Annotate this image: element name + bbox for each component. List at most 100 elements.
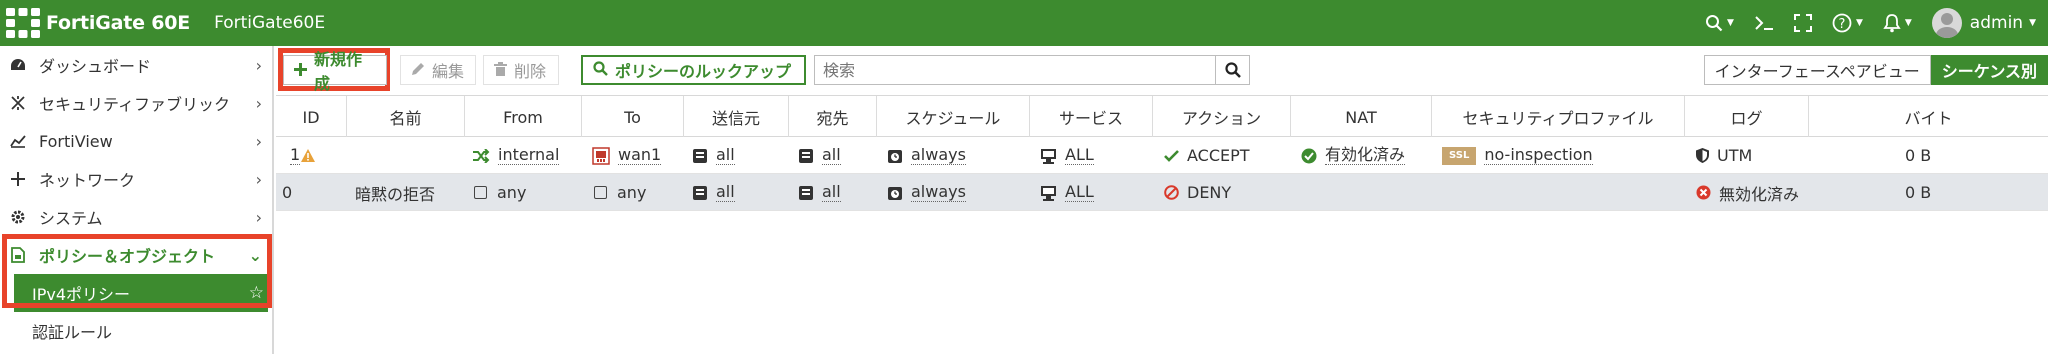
interface-pair-view-button[interactable]: インターフェースペアビュー [1703,55,1931,85]
nat-status-link[interactable]: 有効化済み [1325,146,1406,165]
cell-action: DENY [1164,174,1231,211]
checkmark-icon [1164,149,1179,162]
column-header-destination[interactable]: 宛先 [789,96,877,138]
view-toggle: インターフェースペアビュー シーケンス別 [1703,55,2048,85]
close-circle-icon [1696,185,1711,200]
user-menu[interactable]: admin [1970,13,2023,33]
policy-id-link[interactable]: 1 [290,146,301,165]
cell-action: ACCEPT [1164,137,1250,174]
schedule-link[interactable]: always [911,146,966,165]
terminal-icon [1755,16,1773,30]
from-interface-text: any [497,183,527,202]
cell-schedule: always [887,174,966,211]
cell-destination: all [798,137,841,174]
pencil-icon [411,61,425,80]
cell-from: any [474,174,526,211]
table-row[interactable]: 0 暗黙の拒否 any any all all always ALL DENY … [276,174,2048,211]
column-header-service[interactable]: サービス [1030,96,1153,138]
fortiview-icon [9,134,27,148]
column-header-nat[interactable]: NAT [1291,96,1432,138]
cell-bytes: 0 B [1905,183,1932,202]
toolbar: 新規作成 編集 削除 ポリシーのルックアップ インターフェースペアビュー シーケ… [276,50,2048,93]
cell-service: ALL [1040,174,1094,211]
chevron-right-icon: › [255,131,262,151]
chevron-right-icon: › [255,169,262,189]
address-icon [798,148,814,164]
column-header-security-profile[interactable]: セキュリティプロファイル [1432,96,1685,138]
top-bar: FortiGate 60E FortiGate60E ▼ ? ▼ ▼ admin… [0,0,2048,46]
edit-button[interactable]: 編集 [400,55,476,85]
cell-name: 暗黙の拒否 [355,184,436,204]
destination-address-link[interactable]: all [822,183,841,202]
sidebar-item-label: セキュリティファブリック [39,95,231,114]
sidebar-item-label: システム [39,209,103,228]
column-header-source[interactable]: 送信元 [684,96,789,138]
notifications-menu[interactable]: ▼ [1883,13,1912,33]
bell-icon [1883,14,1901,33]
fullscreen-icon [1793,14,1812,32]
address-icon [692,185,708,201]
cli-console-button[interactable] [1754,15,1774,31]
column-header-action[interactable]: アクション [1153,96,1291,138]
table-header: ID 名前 From To 送信元 宛先 スケジュール サービス アクション N… [276,95,2048,138]
column-header-from[interactable]: From [465,96,582,138]
help-menu[interactable]: ? ▼ [1832,13,1863,33]
any-interface-icon [474,186,487,199]
source-address-link[interactable]: all [716,146,735,165]
column-header-schedule[interactable]: スケジュール [877,96,1030,138]
source-address-link[interactable]: all [716,183,735,202]
chevron-right-icon: › [255,207,262,227]
check-circle-icon [1301,148,1317,164]
service-link[interactable]: ALL [1065,146,1094,165]
cell-from: internal [472,137,560,174]
sidebar-item-label: FortiView [39,131,113,151]
any-interface-icon [594,186,607,199]
to-interface-link[interactable]: wan1 [618,146,662,165]
warning-icon [301,149,316,162]
column-header-log[interactable]: ログ [1685,96,1809,138]
action-text: DENY [1187,183,1232,202]
column-header-id[interactable]: ID [276,96,347,138]
service-icon [1040,185,1057,201]
search-menu[interactable]: ▼ [1705,14,1734,32]
sequence-view-button[interactable]: シーケンス別 [1930,55,2048,85]
delete-button[interactable]: 削除 [483,55,559,85]
fortinet-logo-icon [6,8,40,38]
search-icon [593,60,608,80]
create-new-button[interactable]: 新規作成 [283,50,387,93]
chevron-down-icon: ▼ [1855,18,1863,28]
user-avatar-icon[interactable] [1931,8,1962,38]
chevron-down-icon: ▼ [2029,18,2036,28]
schedule-link[interactable]: always [911,183,966,202]
cell-id: 0 [282,183,293,202]
chevron-down-icon: ▼ [1727,18,1734,28]
sidebar-item-security-fabric[interactable]: セキュリティファブリック › [0,84,272,122]
cell-nat: 有効化済み [1301,137,1406,174]
sidebar-item-system[interactable]: システム › [0,198,272,236]
column-header-to[interactable]: To [582,96,684,138]
column-header-name[interactable]: 名前 [347,96,465,138]
sidebar-item-dashboard[interactable]: ダッシュボード › [0,46,272,84]
brand-name: FortiGate 60E [46,12,191,34]
service-link[interactable]: ALL [1065,183,1094,202]
destination-address-link[interactable]: all [822,146,841,165]
chevron-down-icon: ▼ [1904,18,1912,28]
cell-destination: all [798,174,841,211]
from-interface-link[interactable]: internal [498,146,560,165]
search-box [814,55,1250,85]
security-profile-link[interactable]: no-inspection [1484,146,1593,165]
sidebar-item-label: ネットワーク [39,171,136,190]
sidebar-item-fortiview[interactable]: FortiView › [0,122,272,160]
service-icon [1040,148,1057,164]
cell-source: all [692,137,735,174]
hostname: FortiGate60E [214,13,326,33]
table-row[interactable]: 1 internal wan1 all all always ALL ACCEP… [276,137,2048,174]
fullscreen-button[interactable] [1793,14,1812,32]
sidebar-subitem-auth-rules[interactable]: 認証ルール [14,312,268,350]
search-button[interactable] [1215,56,1249,84]
highlight-box-policy-menu [2,234,272,308]
sidebar-item-network[interactable]: ネットワーク › [0,160,272,198]
policy-lookup-button[interactable]: ポリシーのルックアップ [581,55,806,85]
search-input[interactable] [815,56,1215,84]
column-header-bytes[interactable]: バイト [1809,96,2048,138]
